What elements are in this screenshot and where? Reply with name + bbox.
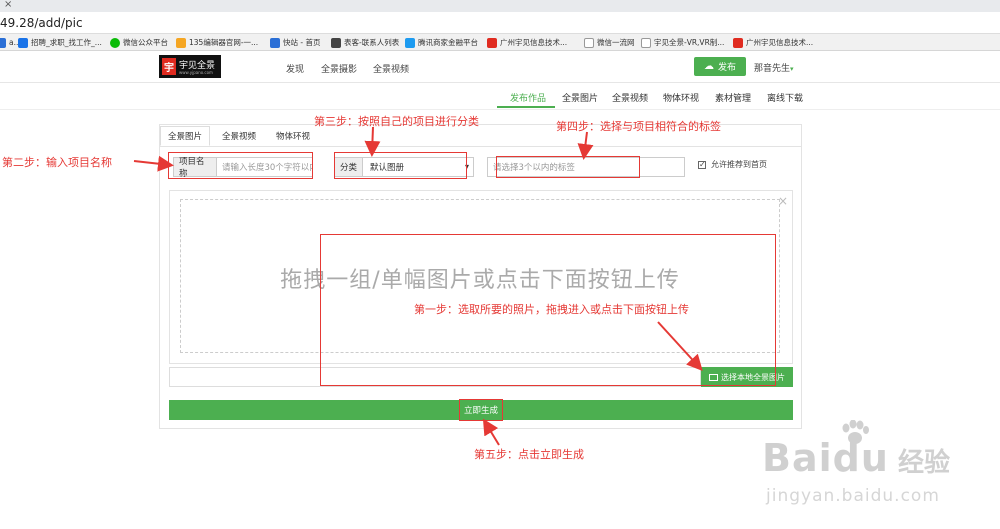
cloud-upload-icon: ☁ xyxy=(703,61,714,72)
subnav-panorama-video[interactable]: 全景视频 xyxy=(612,91,648,104)
bookmark-icon xyxy=(18,37,28,48)
subnav-object-view[interactable]: 物体环视 xyxy=(663,91,699,104)
subnav-assets[interactable]: 素材管理 xyxy=(715,91,751,104)
watermark-brand-cn: 经验 xyxy=(898,448,951,478)
bookmark-item[interactable]: 快站 - 首页 xyxy=(270,36,320,49)
publish-button[interactable]: ☁ 发布 xyxy=(694,57,746,76)
highlight-project-name xyxy=(168,152,313,179)
sub-nav: 发布作品 全景图片 全景视频 物体环视 素材管理 离线下载 xyxy=(0,84,1000,110)
annotation-step3: 第三步：按照自己的项目进行分类 xyxy=(314,115,479,128)
bookmark-icon xyxy=(733,37,743,48)
recommend-checkbox[interactable]: ✓ 允许推荐到首页 xyxy=(698,159,767,170)
page-icon xyxy=(641,37,651,48)
nav-panorama-photo[interactable]: 全景摄影 xyxy=(321,62,357,75)
close-icon[interactable]: × xyxy=(778,194,788,208)
bookmark-item[interactable]: 微信一流网 xyxy=(584,36,635,49)
tab-panorama-image[interactable]: 全景图片 xyxy=(160,126,210,146)
tab-divider xyxy=(160,146,801,147)
nav-panorama-video[interactable]: 全景视频 xyxy=(373,62,409,75)
highlight-generate xyxy=(459,399,503,421)
site-header: 宇 宇见全景 www.yjpano.com 发现 全景摄影 全景视频 ☁ 发布 … xyxy=(0,51,1000,83)
active-tab-underline xyxy=(497,106,555,108)
subnav-offline-download[interactable]: 离线下载 xyxy=(767,91,803,104)
annotation-step1: 第一步：选取所要的照片，拖拽进入或点击下面按钮上传 xyxy=(414,303,689,316)
bookmark-item[interactable]: 微信公众平台 xyxy=(110,36,168,49)
url-text[interactable]: 49.28/add/pic xyxy=(0,16,83,30)
logo-mark: 宇 xyxy=(162,58,176,75)
user-menu[interactable]: 那音先生▾ xyxy=(754,61,794,74)
check-mark-icon: ✓ xyxy=(699,159,706,169)
subnav-publish-work[interactable]: 发布作品 xyxy=(510,91,546,104)
bookmark-icon xyxy=(405,37,415,48)
watermark-url: jingyan.baidu.com xyxy=(766,486,940,506)
bookmarks-bar: а... 招聘_求职_找工作_... 微信公众平台 135编辑器官网-一... … xyxy=(0,34,1000,51)
browser-tab-strip: × xyxy=(0,0,1000,12)
annotation-step2: 第二步：输入项目名称 xyxy=(2,156,112,169)
bookmark-item[interactable]: 腾讯商家金融平台 xyxy=(405,36,478,49)
logo-subtext: www.yjpano.com xyxy=(179,70,213,75)
site-logo[interactable]: 宇 宇见全景 www.yjpano.com xyxy=(159,55,221,78)
bookmark-icon xyxy=(487,37,497,48)
tab-close-icon[interactable]: × xyxy=(4,0,12,10)
bookmark-item[interactable]: 表客-联系人列表 xyxy=(331,36,399,49)
bookmark-icon xyxy=(270,37,280,48)
tab-object-view[interactable]: 物体环视 xyxy=(268,126,318,146)
bookmark-icon xyxy=(331,37,341,48)
address-bar[interactable]: 49.28/add/pic xyxy=(0,12,1000,34)
bookmark-item[interactable]: 宇见全景-VR,VR制... xyxy=(641,36,724,49)
wechat-icon xyxy=(110,37,120,48)
subnav-panorama-image[interactable]: 全景图片 xyxy=(562,91,598,104)
annotation-step4: 第四步：选择与项目相符合的标签 xyxy=(556,120,721,133)
annotation-step5: 第五步：点击立即生成 xyxy=(474,448,584,461)
bookmark-icon xyxy=(0,37,6,48)
watermark-brand: Baidu xyxy=(762,436,889,480)
bookmark-icon xyxy=(176,37,186,48)
highlight-category xyxy=(334,152,467,179)
tab-panorama-video[interactable]: 全景视频 xyxy=(214,126,264,146)
highlight-tags xyxy=(496,156,640,178)
checkbox-icon[interactable]: ✓ xyxy=(698,159,706,169)
bookmark-item[interactable]: 广州宇见信息技术... xyxy=(733,36,813,49)
recommend-label: 允许推荐到首页 xyxy=(711,160,767,169)
chevron-down-icon: ▾ xyxy=(790,65,794,73)
bookmark-item[interactable]: 广州宇见信息技术... xyxy=(487,36,567,49)
bookmark-item[interactable]: 招聘_求职_找工作_... xyxy=(18,36,102,49)
nav-discover[interactable]: 发现 xyxy=(286,62,304,75)
bookmark-item[interactable]: 135编辑器官网-一... xyxy=(176,36,258,49)
baidu-watermark: Baidu 经验 jingyan.baidu.com xyxy=(762,420,992,520)
page-icon xyxy=(584,37,594,48)
